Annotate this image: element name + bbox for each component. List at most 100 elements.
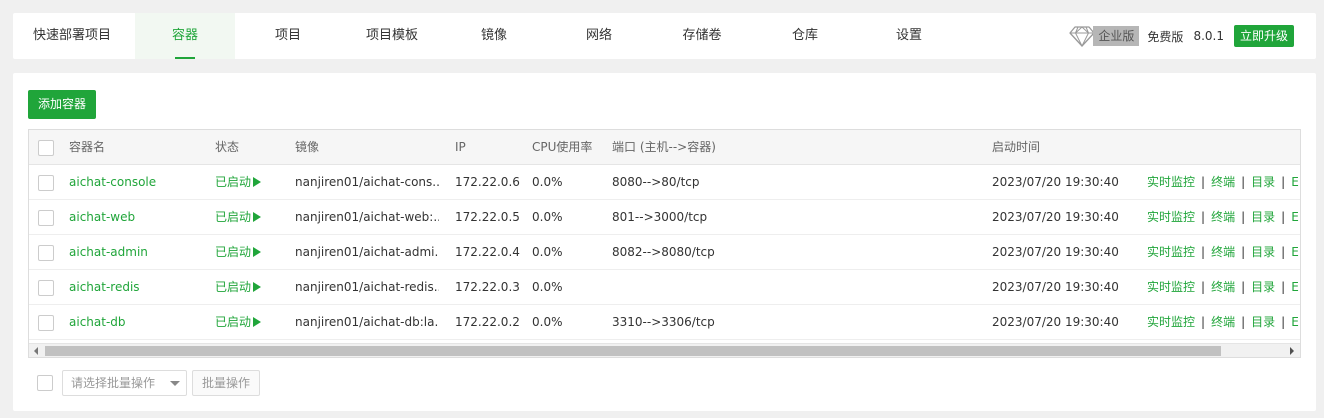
row-select-cell bbox=[38, 270, 54, 305]
container-name-link[interactable]: aichat-redis bbox=[69, 280, 140, 294]
more-link[interactable]: E bbox=[1291, 315, 1299, 329]
status-cell[interactable]: 已启动 bbox=[215, 200, 285, 235]
scrollbar-thumb[interactable] bbox=[45, 346, 1221, 356]
row-checkbox[interactable] bbox=[38, 209, 54, 226]
image-cell: nanjiren01/aichat-redis... bbox=[295, 280, 439, 294]
directory-link[interactable]: 目录 bbox=[1251, 245, 1275, 259]
start-time-cell: 2023/07/20 19:30:40 bbox=[992, 315, 1119, 329]
start-time-cell: 2023/07/20 19:30:40 bbox=[992, 245, 1119, 259]
table-row: aichat-admin 已启动 nanjiren01/aichat-admi.… bbox=[29, 235, 1300, 270]
tab-containers[interactable]: 容器 bbox=[135, 13, 235, 59]
action-separator: | bbox=[1281, 245, 1286, 259]
action-separator: | bbox=[1241, 280, 1246, 294]
action-separator: | bbox=[1201, 280, 1206, 294]
play-icon bbox=[253, 247, 262, 257]
directory-link[interactable]: 目录 bbox=[1251, 315, 1275, 329]
row-actions: 实时监控 | 终端 | 目录 | E bbox=[1147, 305, 1300, 340]
action-separator: | bbox=[1281, 315, 1286, 329]
more-link[interactable]: E bbox=[1291, 175, 1299, 189]
batch-operation-select[interactable]: 请选择批量操作 bbox=[62, 370, 187, 396]
status-text: 已启动 bbox=[215, 210, 252, 224]
image-cell: nanjiren01/aichat-admi... bbox=[295, 245, 439, 259]
monitor-link[interactable]: 实时监控 bbox=[1147, 315, 1195, 329]
play-icon bbox=[253, 212, 262, 222]
directory-link[interactable]: 目录 bbox=[1251, 210, 1275, 224]
row-checkbox[interactable] bbox=[38, 174, 54, 191]
terminal-link[interactable]: 终端 bbox=[1211, 210, 1235, 224]
row-actions: 实时监控 | 终端 | 目录 | E bbox=[1147, 200, 1300, 235]
status-cell[interactable]: 已启动 bbox=[215, 305, 285, 340]
enterprise-edition-badge[interactable]: 企业版 bbox=[1093, 26, 1140, 46]
terminal-link[interactable]: 终端 bbox=[1211, 315, 1235, 329]
action-separator: | bbox=[1281, 210, 1286, 224]
free-edition-label: 免费版 bbox=[1147, 29, 1184, 44]
status-text: 已启动 bbox=[215, 245, 252, 259]
play-icon bbox=[253, 317, 262, 327]
monitor-link[interactable]: 实时监控 bbox=[1147, 245, 1195, 259]
row-checkbox[interactable] bbox=[38, 314, 54, 331]
directory-link[interactable]: 目录 bbox=[1251, 175, 1275, 189]
port-cell: 801-->3000/tcp bbox=[612, 210, 708, 224]
monitor-link[interactable]: 实时监控 bbox=[1147, 175, 1195, 189]
ip-cell: 172.22.0.2 bbox=[455, 315, 520, 329]
status-cell[interactable]: 已启动 bbox=[215, 235, 285, 270]
table-row: aichat-redis 已启动 nanjiren01/aichat-redis… bbox=[29, 270, 1300, 305]
header-cpu: CPU使用率 bbox=[532, 140, 593, 154]
upgrade-button[interactable]: 立即升级 bbox=[1233, 25, 1294, 47]
add-container-button[interactable]: 添加容器 bbox=[28, 90, 97, 119]
image-cell: nanjiren01/aichat-db:la... bbox=[295, 315, 439, 329]
scroll-left-arrow-icon[interactable] bbox=[34, 347, 38, 355]
tab-projects[interactable]: 项目 bbox=[238, 13, 338, 59]
action-separator: | bbox=[1241, 210, 1246, 224]
table-row: aichat-db 已启动 nanjiren01/aichat-db:la...… bbox=[29, 305, 1300, 340]
image-cell: nanjiren01/aichat-web:... bbox=[295, 210, 439, 224]
row-checkbox[interactable] bbox=[38, 244, 54, 261]
container-name-link[interactable]: aichat-db bbox=[69, 315, 126, 329]
image-cell: nanjiren01/aichat-cons... bbox=[295, 175, 439, 189]
monitor-link[interactable]: 实时监控 bbox=[1147, 210, 1195, 224]
batch-select-all-checkbox[interactable] bbox=[37, 375, 53, 391]
action-separator: | bbox=[1201, 210, 1206, 224]
more-link[interactable]: E bbox=[1291, 245, 1299, 259]
horizontal-scrollbar[interactable] bbox=[29, 343, 1300, 357]
batch-operation-button[interactable]: 批量操作 bbox=[192, 370, 261, 396]
start-time-cell: 2023/07/20 19:30:40 bbox=[992, 280, 1119, 294]
action-separator: | bbox=[1201, 315, 1206, 329]
ip-cell: 172.22.0.6 bbox=[455, 175, 520, 189]
container-name-link[interactable]: aichat-console bbox=[69, 175, 156, 189]
terminal-link[interactable]: 终端 bbox=[1211, 280, 1235, 294]
tab-network[interactable]: 网络 bbox=[549, 13, 649, 59]
container-name-link[interactable]: aichat-admin bbox=[69, 245, 148, 259]
action-separator: | bbox=[1281, 175, 1286, 189]
tab-project-templates[interactable]: 项目模板 bbox=[342, 13, 442, 59]
tab-settings[interactable]: 设置 bbox=[859, 13, 959, 59]
terminal-link[interactable]: 终端 bbox=[1211, 245, 1235, 259]
status-cell[interactable]: 已启动 bbox=[215, 270, 285, 305]
header-name: 容器名 bbox=[69, 140, 106, 154]
version-label: 8.0.1 bbox=[1193, 29, 1224, 43]
tab-volumes[interactable]: 存储卷 bbox=[652, 13, 752, 59]
play-icon bbox=[253, 282, 262, 292]
container-table: 容器名 状态 镜像 IP CPU使用率 端口 (主机-->容器) 启动时间 ai… bbox=[28, 129, 1301, 358]
batch-actions-bar: 请选择批量操作 批量操作 bbox=[37, 370, 261, 396]
tab-registry[interactable]: 仓库 bbox=[755, 13, 855, 59]
table-row: aichat-web 已启动 nanjiren01/aichat-web:...… bbox=[29, 200, 1300, 235]
tab-quick-deploy[interactable]: 快速部署项目 bbox=[13, 13, 131, 59]
terminal-link[interactable]: 终端 bbox=[1211, 175, 1235, 189]
monitor-link[interactable]: 实时监控 bbox=[1147, 280, 1195, 294]
status-text: 已启动 bbox=[215, 315, 252, 329]
directory-link[interactable]: 目录 bbox=[1251, 280, 1275, 294]
more-link[interactable]: E bbox=[1291, 280, 1299, 294]
action-separator: | bbox=[1201, 175, 1206, 189]
play-icon bbox=[253, 177, 262, 187]
scroll-right-arrow-icon[interactable] bbox=[1290, 347, 1294, 355]
more-link[interactable]: E bbox=[1291, 210, 1299, 224]
select-all-checkbox[interactable] bbox=[38, 139, 54, 156]
status-cell[interactable]: 已启动 bbox=[215, 165, 285, 200]
container-name-link[interactable]: aichat-web bbox=[69, 210, 135, 224]
tab-images[interactable]: 镜像 bbox=[444, 13, 544, 59]
port-cell bbox=[612, 270, 912, 305]
row-checkbox[interactable] bbox=[38, 279, 54, 296]
cpu-cell: 0.0% bbox=[532, 245, 563, 259]
row-actions: 实时监控 | 终端 | 目录 | E bbox=[1147, 165, 1300, 200]
